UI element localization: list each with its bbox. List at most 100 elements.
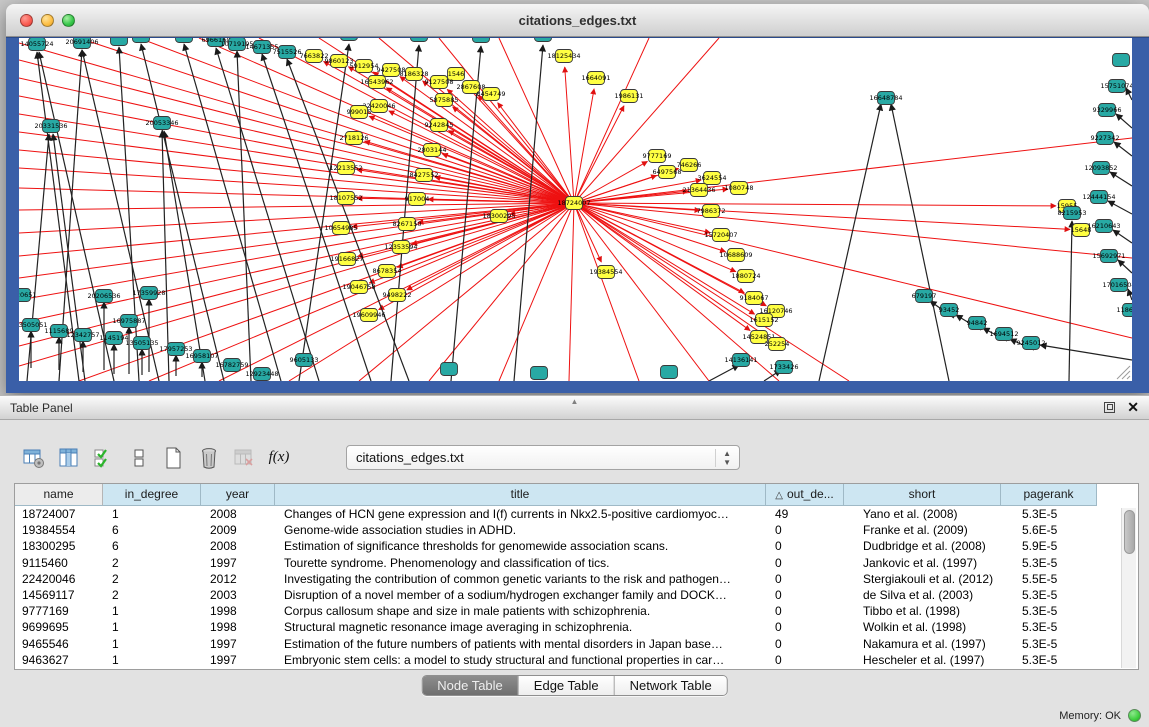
table-cell-out[interactable]: 0	[766, 636, 844, 652]
graph-edge[interactable]	[141, 44, 224, 381]
tab-network-table[interactable]: Network Table	[615, 676, 727, 695]
graph-node[interactable]	[441, 363, 458, 376]
graph-edge[interactable]	[574, 38, 649, 203]
select-columns-button[interactable]	[57, 446, 81, 470]
table-cell-out[interactable]: 0	[766, 603, 844, 619]
graph-node[interactable]: 252254	[765, 338, 790, 351]
table-cell-ind[interactable]: 1	[103, 619, 201, 635]
graph-node[interactable]	[411, 38, 428, 42]
graph-edge[interactable]	[1116, 114, 1132, 128]
graph-edge[interactable]	[1110, 172, 1132, 186]
graph-edge[interactable]	[574, 203, 709, 381]
graph-edge[interactable]	[1040, 345, 1132, 360]
graph-node[interactable]	[341, 38, 358, 41]
graph-node[interactable]: 18107552	[329, 192, 362, 205]
graph-node[interactable]: 12353594	[384, 241, 417, 254]
delete-button[interactable]	[197, 446, 221, 470]
table-row[interactable]: 1938455462009Genome-wide association stu…	[15, 522, 1138, 538]
graph-edge[interactable]	[19, 203, 574, 210]
table-cell-short[interactable]: Franke et al. (2009)	[844, 522, 1001, 538]
graph-node[interactable]: 1694512	[990, 328, 1019, 341]
graph-edge[interactable]	[574, 89, 594, 203]
window-titlebar[interactable]: citations_edges.txt	[6, 4, 1149, 37]
table-cell-name[interactable]: 14569117	[15, 587, 103, 603]
table-cell-short[interactable]: Dudbridge et al. (2008)	[844, 538, 1001, 554]
table-cell-out[interactable]: 0	[766, 587, 844, 603]
graph-edge[interactable]	[891, 104, 949, 381]
graph-node[interactable]: 12093852	[1084, 162, 1117, 175]
table-cell-pr[interactable]: 5.3E-5	[1001, 603, 1097, 619]
graph-node[interactable]: 8678354	[373, 265, 402, 278]
table-cell-title[interactable]: Estimation of significance thresholds fo…	[275, 538, 766, 554]
graph-edge[interactable]	[1069, 221, 1072, 381]
graph-node[interactable]: 20206536	[87, 290, 120, 303]
table-cell-title[interactable]: Tourette syndrome. Phenomenology and cla…	[275, 555, 766, 571]
graph-node[interactable]: 6497568	[653, 166, 682, 179]
table-row[interactable]: 1456911722003Disruption of a novel membe…	[15, 587, 1138, 603]
column-header-short[interactable]: short	[844, 484, 1001, 506]
table-row[interactable]: 1830029562008Estimation of significance …	[15, 538, 1138, 554]
graph-edge[interactable]	[569, 203, 574, 381]
graph-edge[interactable]	[574, 203, 849, 381]
table-row[interactable]: 1872400712008Changes of HCN gene express…	[15, 506, 1138, 522]
graph-node[interactable]: 999015	[347, 106, 372, 119]
table-settings-button[interactable]	[22, 446, 46, 470]
graph-node[interactable]: 19384554	[589, 266, 622, 279]
graph-edge[interactable]	[1114, 142, 1132, 156]
table-row[interactable]: 946362711997Embryonic stem cells: a mode…	[15, 652, 1138, 668]
table-cell-year[interactable]: 2009	[201, 522, 275, 538]
table-cell-short[interactable]: Hescheler et al. (1997)	[844, 652, 1001, 668]
graph-node[interactable]	[1113, 54, 1130, 67]
graph-node[interactable]: 7515526	[273, 46, 302, 59]
memory-status[interactable]: Memory: OK	[1059, 709, 1141, 722]
graph-node[interactable]: 10653287	[124, 38, 157, 43]
clear-selection-button[interactable]	[127, 446, 151, 470]
graph-node[interactable]: 9498222	[383, 289, 412, 302]
table-cell-name[interactable]: 9465546	[15, 636, 103, 652]
table-cell-name[interactable]: 9699695	[15, 619, 103, 635]
table-cell-ind[interactable]: 2	[103, 555, 201, 571]
graph-node[interactable]: 1664091	[582, 72, 611, 85]
graph-node[interactable]: 21364436	[682, 184, 715, 197]
graph-edge[interactable]	[819, 104, 881, 381]
table-cell-out[interactable]: 0	[766, 652, 844, 668]
graph-edge[interactable]	[1113, 230, 1132, 243]
graph-node[interactable]: 18125434	[547, 50, 580, 63]
table-cell-ind[interactable]: 1	[103, 652, 201, 668]
table-cell-pr[interactable]: 5.6E-5	[1001, 522, 1097, 538]
vertical-scrollbar[interactable]	[1121, 508, 1136, 668]
graph-node[interactable]: 93452	[939, 304, 960, 317]
table-cell-year[interactable]: 1998	[201, 619, 275, 635]
graph-edge[interactable]	[1108, 201, 1132, 214]
table-cell-out[interactable]: 0	[766, 555, 844, 571]
graph-edge[interactable]	[19, 60, 574, 203]
graph-node[interactable]: 20331536	[34, 120, 67, 133]
graph-node[interactable]: 14136141	[724, 354, 757, 367]
table-cell-ind[interactable]: 1	[103, 506, 201, 522]
table-cell-year[interactable]: 2012	[201, 571, 275, 587]
graph-node[interactable]: 16648784	[869, 92, 902, 105]
table-cell-out[interactable]: 0	[766, 538, 844, 554]
table-cell-pr[interactable]: 5.3E-5	[1001, 555, 1097, 571]
graph-node[interactable]	[531, 367, 548, 380]
graph-node[interactable]: 1527602	[170, 38, 199, 43]
graph-node[interactable]: 9242845	[425, 119, 454, 132]
graph-edge[interactable]	[709, 365, 739, 381]
table-row[interactable]: 969969511998Structural magnetic resonanc…	[15, 619, 1138, 635]
graph-edge[interactable]	[574, 203, 1132, 338]
graph-node[interactable]: 679197	[912, 290, 937, 303]
table-cell-title[interactable]: Genome-wide association studies in ADHD.	[275, 522, 766, 538]
graph-node[interactable]: 17016504	[1102, 279, 1132, 292]
table-cell-pr[interactable]: 5.3E-5	[1001, 652, 1097, 668]
table-cell-short[interactable]: Jankovic et al. (1997)	[844, 555, 1001, 571]
column-header-ind[interactable]: in_degree	[103, 484, 201, 506]
table-cell-year[interactable]: 2008	[201, 506, 275, 522]
graph-node[interactable]: 16958107	[185, 350, 218, 363]
table-cell-short[interactable]: Tibbo et al. (1998)	[844, 603, 1001, 619]
table-cell-title[interactable]: Embryonic stem cells: a model to study s…	[275, 652, 766, 668]
graph-node[interactable]: 20053346	[145, 117, 178, 130]
graph-node[interactable]: 16543962	[360, 76, 393, 89]
table-cell-short[interactable]: Yano et al. (2008)	[844, 506, 1001, 522]
column-header-pr[interactable]: pagerank	[1001, 484, 1097, 506]
table-cell-title[interactable]: Disruption of a novel member of a sodium…	[275, 587, 766, 603]
